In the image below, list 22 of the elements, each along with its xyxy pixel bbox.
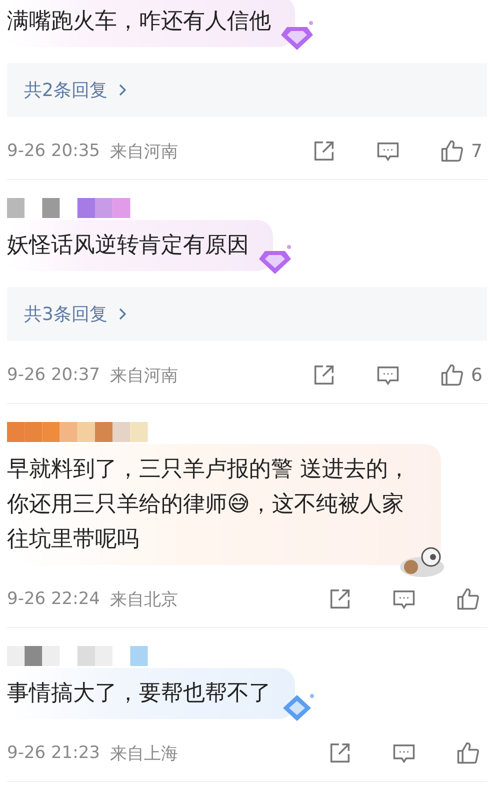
replies-link[interactable]: 共2条回复 [7, 63, 487, 117]
chevron-right-icon [117, 306, 128, 322]
comment-text: 事情搞大了，要帮也帮不了 [7, 680, 271, 708]
comment-time: 9-26 20:37 [7, 365, 100, 385]
like-count: 7 [471, 140, 484, 162]
replies-link[interactable]: 共3条回复 [7, 287, 487, 341]
chevron-right-icon [117, 82, 128, 98]
comment-time: 9-26 22:24 [7, 589, 100, 609]
comment-text: 妖怪话风逆转肯定有原因 [7, 232, 249, 260]
comment-location: 来自河南 [110, 140, 178, 162]
comment-time: 9-26 21:23 [7, 743, 100, 763]
comment-location: 来自北京 [110, 588, 178, 610]
comment-text: 满嘴跑火车，咋还有人信他 [7, 8, 271, 36]
comment-time: 9-26 20:35 [7, 141, 100, 161]
comment-location: 来自上海 [110, 742, 178, 764]
thumbs-up-icon[interactable] [439, 362, 465, 388]
comment-text: 早就料到了，三只羊卢报的警 送进去的，你还用三只羊给的律师😅，这不纯被人家往坑里带呢吗 [7, 456, 411, 554]
comment-location: 来自河南 [110, 364, 178, 386]
thumbs-up-icon[interactable] [439, 138, 465, 164]
like-count: 6 [471, 364, 484, 386]
thumbs-up-icon[interactable] [455, 586, 481, 612]
thumbs-up-icon[interactable] [455, 740, 481, 766]
